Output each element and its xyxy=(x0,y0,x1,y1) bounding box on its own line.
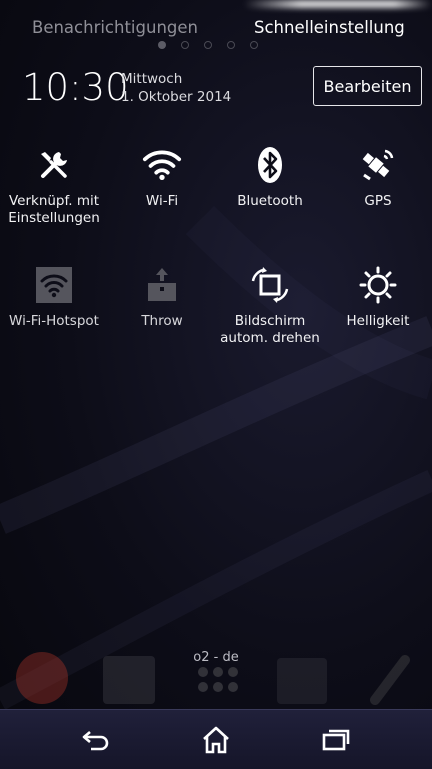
tile-label: Bluetooth xyxy=(237,193,303,209)
throw-icon xyxy=(142,265,182,305)
carrier-label: o2 - de xyxy=(193,650,239,665)
date-label: 1. Oktober 2014 xyxy=(121,89,232,105)
rotate-icon xyxy=(250,265,290,305)
tile-wifi-hotspot[interactable]: Wi-Fi-Hotspot xyxy=(0,265,108,330)
hotspot-icon xyxy=(34,265,74,305)
tab-quick-settings[interactable]: Schnelleinstellung xyxy=(254,18,405,37)
wifi-icon xyxy=(142,145,182,185)
tile-wifi[interactable]: Wi-Fi xyxy=(108,145,216,210)
tools-icon xyxy=(34,145,74,185)
tile-label: Helligkeit xyxy=(346,313,410,329)
tile-label: Wi-Fi xyxy=(145,193,179,209)
weekday-label: Mittwoch xyxy=(121,71,183,87)
tile-label: Wi-Fi-Hotspot xyxy=(9,313,99,329)
navigation-bar xyxy=(0,709,432,769)
tile-label: GPS xyxy=(364,193,392,209)
brightness-icon xyxy=(358,265,398,305)
gps-icon xyxy=(358,145,398,185)
tab-notifications[interactable]: Benachrichtigungen xyxy=(32,18,198,37)
tile-label: Verknüpf. mit Einstellungen xyxy=(8,193,100,226)
tile-label: Bildschirm autom. drehen xyxy=(220,313,320,346)
tile-gps[interactable]: GPS xyxy=(324,145,432,210)
page-indicator xyxy=(158,41,258,49)
edit-button[interactable]: Bearbeiten xyxy=(313,66,422,106)
tile-label: Throw xyxy=(141,313,183,329)
tile-bluetooth[interactable]: Bluetooth xyxy=(216,145,324,210)
home-button[interactable] xyxy=(196,724,236,756)
bluetooth-icon xyxy=(250,145,290,185)
page-dot xyxy=(181,41,189,49)
date-block: Mittwoch 1. Oktober 2014 xyxy=(121,70,231,106)
page-dot xyxy=(227,41,235,49)
panel-tabs: Benachrichtigungen Schnelleinstellung xyxy=(0,0,432,52)
page-dot xyxy=(204,41,212,49)
tile-brightness[interactable]: Helligkeit xyxy=(324,265,432,330)
active-tab-glow xyxy=(244,0,432,8)
back-icon xyxy=(82,731,109,751)
clock-time: 10:30 xyxy=(22,66,129,109)
tile-auto-rotate[interactable]: Bildschirm autom. drehen xyxy=(216,265,324,347)
tile-settings-shortcut[interactable]: Verknüpf. mit Einstellungen xyxy=(0,145,108,227)
recents-button[interactable] xyxy=(316,724,356,756)
home-icon xyxy=(203,726,229,754)
tile-throw[interactable]: Throw xyxy=(108,265,216,330)
back-button[interactable] xyxy=(76,724,116,756)
page-dot xyxy=(250,41,258,49)
recents-icon xyxy=(322,729,350,751)
page-dot xyxy=(158,41,166,49)
